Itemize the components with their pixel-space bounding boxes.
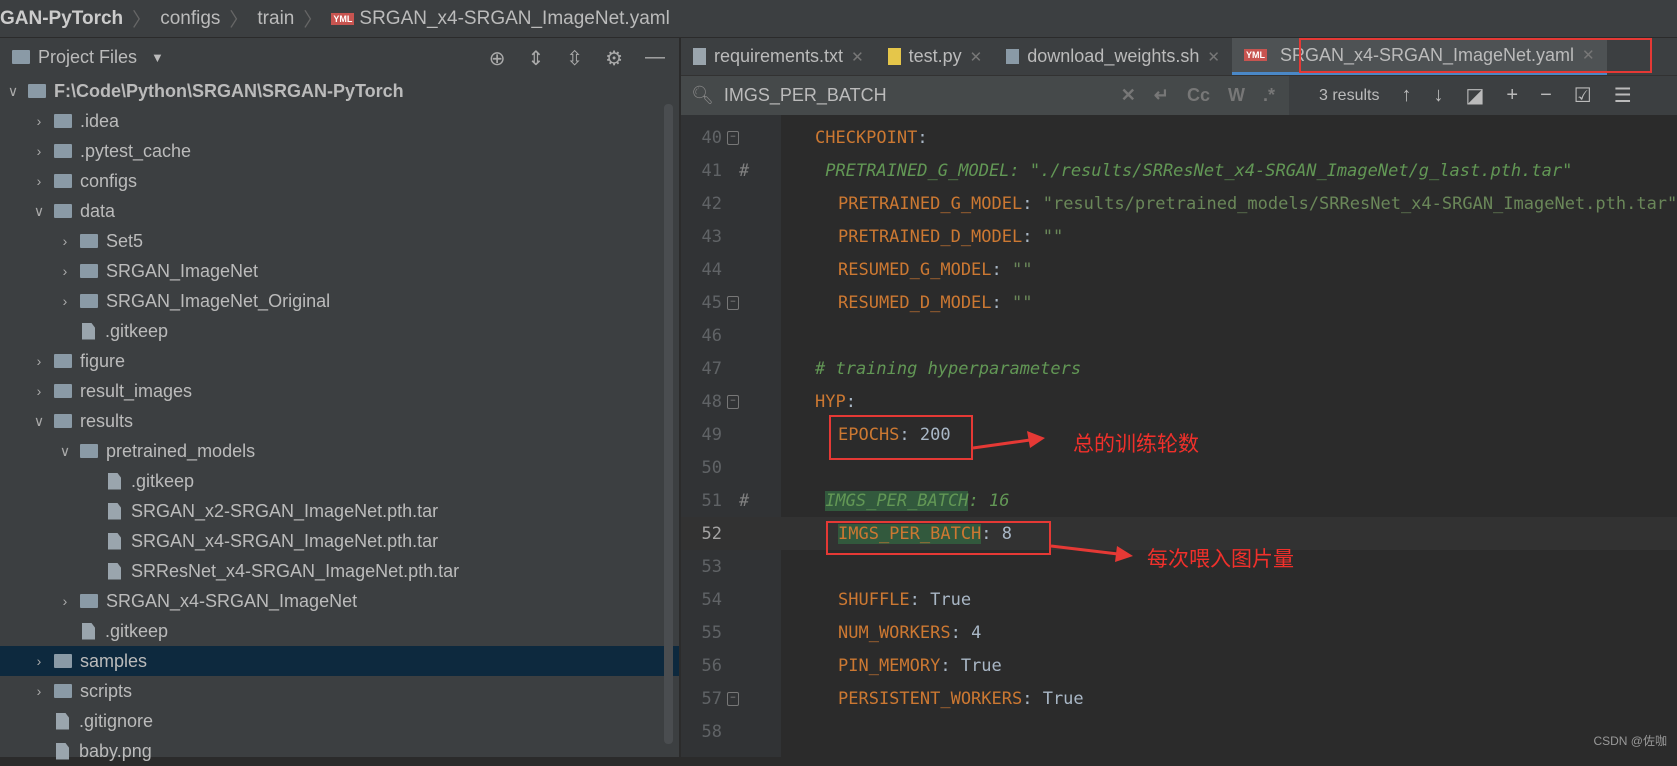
epochs-arrow <box>972 438 1031 450</box>
epochs-arrowhead <box>1027 431 1045 448</box>
batch-annotation: 每次喂入图片量 <box>1147 547 1294 571</box>
epochs-annotation: 总的训练轮数 <box>1073 432 1199 456</box>
watermark: CSDN @佐咖 <box>1593 734 1667 748</box>
batch-arrowhead <box>1115 546 1133 562</box>
batch-arrow <box>1050 544 1119 556</box>
annotation-arrows <box>972 431 1133 562</box>
